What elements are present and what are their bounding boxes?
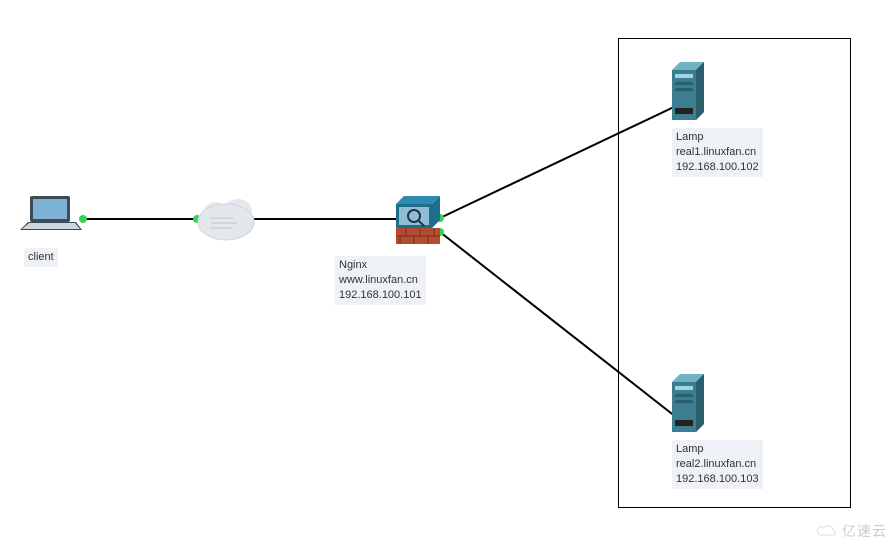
lamp1-hostname: real1.linuxfan.cn	[676, 146, 756, 158]
lamp2-hostname: real2.linuxfan.cn	[676, 458, 756, 470]
client-label: client	[24, 248, 58, 267]
cloud-logo-icon	[816, 523, 838, 539]
lamp1-ip: 192.168.100.102	[676, 161, 759, 173]
lamp2-name: Lamp	[676, 443, 704, 455]
port-dot	[79, 215, 87, 223]
nginx-ip: 192.168.100.101	[339, 289, 422, 301]
server-icon	[672, 62, 704, 120]
laptop-icon	[20, 196, 82, 230]
diagram-canvas: client Nginx www.linuxfan.cn 192.168.100…	[0, 0, 895, 547]
firewall-icon	[396, 196, 440, 244]
client-name: client	[28, 251, 54, 263]
lamp1-name: Lamp	[676, 131, 704, 143]
lamp1-label: Lamp real1.linuxfan.cn 192.168.100.102	[672, 128, 763, 177]
link-nginx-lamp2	[440, 232, 676, 417]
watermark: 亿速云	[816, 521, 887, 541]
cloud-icon	[198, 199, 254, 240]
watermark-text: 亿速云	[842, 521, 887, 541]
lamp2-label: Lamp real2.linuxfan.cn 192.168.100.103	[672, 440, 763, 489]
server-icon	[672, 374, 704, 432]
nginx-name: Nginx	[339, 259, 367, 271]
lamp2-ip: 192.168.100.103	[676, 473, 759, 485]
link-nginx-lamp1	[440, 106, 676, 218]
nginx-hostname: www.linuxfan.cn	[339, 274, 418, 286]
nginx-label: Nginx www.linuxfan.cn 192.168.100.101	[335, 256, 426, 305]
